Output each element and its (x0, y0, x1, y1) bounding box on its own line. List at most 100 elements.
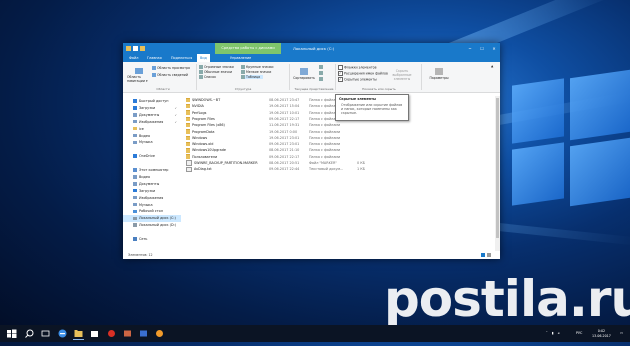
quick-access-folder-icon[interactable] (140, 46, 145, 51)
action-center-icon[interactable]: ▭ (620, 325, 623, 342)
add-columns-icon[interactable] (319, 71, 324, 75)
minimize-button[interactable]: – (464, 43, 476, 54)
navigation-pane-button[interactable]: Область навигации ▾ (127, 68, 151, 83)
sidebar-item[interactable]: Сеть (123, 236, 181, 243)
taskbar-app-photo[interactable] (122, 328, 133, 339)
sort-label: Сортировать (293, 76, 315, 80)
start-button[interactable] (6, 328, 17, 339)
details-pane-button[interactable]: Область сведений (152, 73, 188, 77)
language-indicator[interactable]: РУС (576, 325, 582, 342)
sort-button[interactable]: Сортировать (292, 68, 316, 80)
taskbar-app-red[interactable] (106, 328, 117, 339)
close-button[interactable]: ✕ (488, 43, 500, 54)
layout-details[interactable]: Таблица (241, 75, 264, 79)
sidebar-item[interactable]: Этот компьютер (123, 167, 181, 174)
task-view-button[interactable] (40, 328, 51, 339)
preview-pane-icon (152, 66, 156, 70)
file-extensions-toggle[interactable]: ✓ Расширения имен файлов (338, 71, 388, 76)
group-label-structure: Структура (234, 87, 252, 91)
title-bar[interactable]: Средства работы с дисками Локальный диск… (123, 43, 500, 54)
file-date: 09.06.2017 22:44 (269, 167, 300, 172)
pin-icon: ✓ (174, 105, 177, 110)
checkbox-checked-icon: ✓ (338, 71, 343, 76)
network-icon[interactable]: ▮ (552, 331, 554, 335)
sidebar-item[interactable]: Изображения ✓ (123, 119, 181, 126)
sidebar-item[interactable]: Документы (123, 181, 181, 188)
maximize-button[interactable]: ☐ (476, 43, 488, 54)
add-columns-glyph (319, 71, 323, 75)
taskbar-edge[interactable] (57, 328, 68, 339)
sidebar-item-label: Видео (139, 174, 151, 179)
layout-small-icons[interactable]: Мелкие значки (241, 70, 271, 74)
preview-pane-button[interactable]: Область просмотра (152, 66, 190, 70)
sidebar-item[interactable]: Музыка (123, 202, 181, 209)
sidebar-item[interactable]: Изображения (123, 195, 181, 202)
group-by-icon[interactable] (319, 65, 324, 69)
sidebar-item[interactable]: OneDrive (123, 153, 181, 160)
large-icons-view-icon[interactable] (487, 253, 491, 257)
sidebar-item[interactable]: Локальный диск (C:) (123, 215, 181, 222)
search-button[interactable] (24, 328, 35, 339)
taskbar-app-orange[interactable] (154, 328, 165, 339)
quick-access-save-icon[interactable] (133, 46, 138, 51)
tab-share[interactable]: Поделиться (168, 54, 195, 62)
sidebar-item[interactable]: Быстрый доступ (123, 98, 181, 105)
file-type: Текстовый докум... (309, 167, 344, 172)
folder-icon (186, 135, 190, 140)
sidebar-item[interactable]: Музыка (123, 139, 181, 146)
size-columns-icon[interactable] (319, 77, 324, 81)
hidden-items-toggle[interactable]: ✓ Скрытые элементы (338, 77, 377, 82)
folder-icon (186, 129, 190, 134)
item-checkboxes-toggle[interactable]: Флажки элементов (338, 65, 377, 70)
folder-icon (186, 122, 190, 128)
sidebar-item[interactable]: ice (123, 126, 181, 133)
clock[interactable]: 0:02 13.06.2017 (592, 329, 611, 346)
options-button[interactable]: Параметры (428, 68, 450, 80)
layout-huge-icons[interactable]: Огромные значки (199, 65, 234, 69)
taskbar-explorer[interactable] (73, 328, 84, 340)
hide-selected-button[interactable]: Скрыть выбранные элементы (389, 69, 415, 81)
tab-view[interactable]: Вид (197, 54, 210, 62)
options-label: Параметры (429, 76, 449, 80)
taskbar-app-blue[interactable] (138, 328, 149, 339)
sidebar-item[interactable]: Локальный диск (D:) (123, 222, 181, 229)
layout-large-icons[interactable]: Крупные значки (241, 65, 273, 69)
file-name-text: Windows.old (192, 142, 214, 147)
documents-icon (133, 113, 137, 117)
table-row[interactable]: AvDiag.txt 09.06.2017 22:44 Текстовый доку… (181, 166, 493, 172)
layout-normal-icons-label: Обычные значки (204, 70, 233, 74)
layout-normal-icons[interactable]: Обычные значки (199, 70, 232, 74)
details-view-icon[interactable] (481, 253, 485, 257)
download-icon (133, 106, 137, 110)
scrollbar-thumb[interactable] (496, 98, 499, 238)
layout-list[interactable]: Список (199, 75, 216, 79)
volume-icon[interactable]: ◂ (558, 331, 560, 335)
pictures-icon (133, 195, 137, 200)
ribbon-separator (421, 64, 422, 90)
preview-pane-label: Область просмотра (157, 66, 190, 70)
sidebar-item[interactable]: Загрузки (123, 188, 181, 195)
star-icon (133, 99, 137, 103)
tab-home[interactable]: Главная (144, 54, 165, 62)
ribbon-collapse-icon[interactable]: ▲ (491, 64, 493, 68)
file-name-text: Windows10Upgrade (192, 148, 226, 153)
tab-manage[interactable]: Управление (227, 54, 254, 62)
tray-icons[interactable]: ˄ ▮ ◂ (546, 325, 562, 342)
details-pane-icon (152, 73, 156, 77)
sidebar-item[interactable]: Загрузки ✓ (123, 105, 181, 112)
chevron-up-icon[interactable]: ˄ (546, 331, 548, 335)
sidebar-item-label: Локальный диск (D:) (139, 223, 177, 228)
layout-list-label: Список (204, 75, 217, 79)
sidebar-item[interactable]: Рабочий стол (123, 208, 181, 215)
sidebar-item[interactable]: Видео (123, 133, 181, 140)
sidebar-item[interactable]: Видео (123, 174, 181, 181)
explorer-window: Средства работы с дисками Локальный диск… (123, 43, 500, 259)
context-tab-disk-tools[interactable]: Средства работы с дисками (215, 43, 281, 54)
tab-file[interactable]: Файл (126, 54, 142, 62)
app-red-icon (108, 330, 115, 337)
taskbar-store[interactable] (89, 328, 100, 339)
desktop-icon (133, 209, 137, 214)
sidebar-item[interactable]: Документы ✓ (123, 112, 181, 119)
scrollbar[interactable] (495, 96, 500, 251)
